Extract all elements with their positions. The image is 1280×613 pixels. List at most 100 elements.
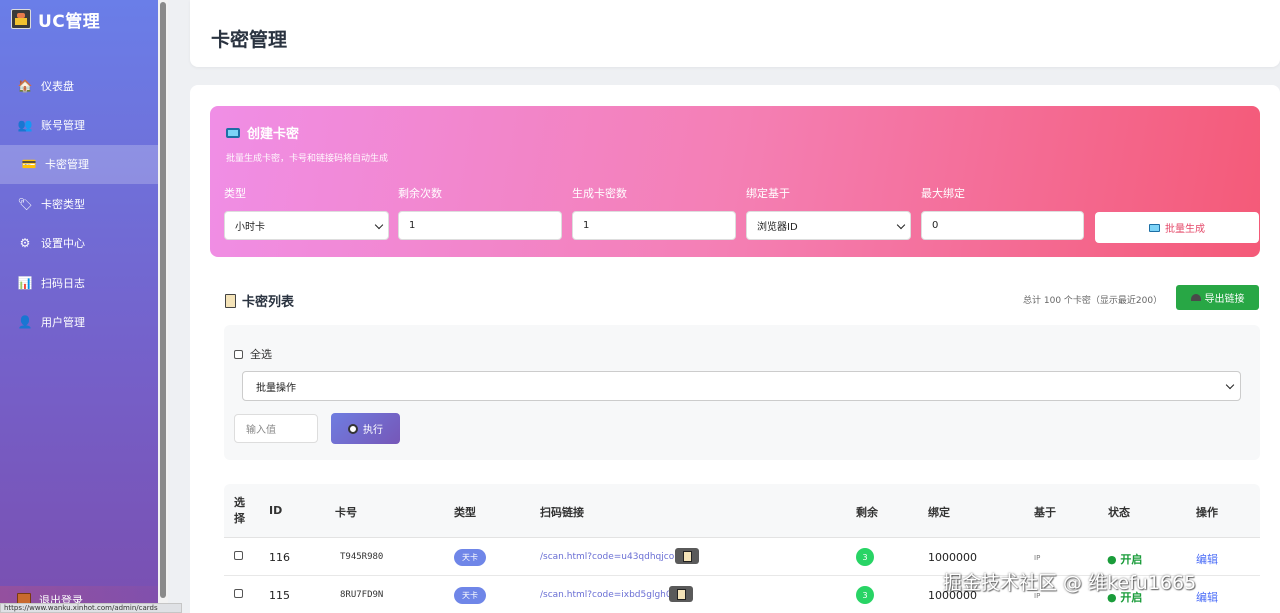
select-all[interactable]: 全选 (234, 346, 272, 362)
sidebar-item-label: 仪表盘 (41, 79, 74, 93)
copy-link-button[interactable] (669, 586, 693, 602)
tag-icon: 🏷 (17, 196, 33, 211)
create-title-text: 创建卡密 (247, 127, 300, 142)
execute-button[interactable]: 执行 (331, 413, 400, 444)
export-label: 导出链接 (1204, 294, 1245, 305)
bulk-value-input[interactable]: 输入值 (234, 414, 318, 443)
export-icon (1190, 294, 1201, 301)
row-basis: IP (1034, 554, 1041, 562)
sidebar-item-user-mgmt[interactable]: 👤 用户管理 (0, 302, 158, 341)
sidebar-item-label: 扫码日志 (41, 276, 85, 290)
create-subtitle: 批量生成卡密，卡号和链接码将自动生成 (226, 154, 389, 164)
main-content: 创建卡密 批量生成卡密，卡号和链接码将自动生成 类型 小时卡 剩余次数 1 生成… (190, 85, 1280, 613)
bind-basis-field: 绑定基于 浏览器ID (746, 185, 911, 240)
remain-badge: 3 (856, 548, 874, 566)
bulk-actions-panel: 全选 批量操作 输入值 执行 (224, 325, 1260, 460)
batch-generate-button[interactable]: 批量生成 (1095, 212, 1259, 243)
sidebar-item-settings[interactable]: ⚙ 设置中心 (0, 224, 158, 263)
col-link: 扫码链接 (540, 506, 584, 519)
col-bind: 绑定 (928, 506, 950, 519)
col-remain: 剩余 (856, 506, 878, 519)
sidebar-item-label: 设置中心 (41, 237, 85, 251)
select-all-label: 全选 (250, 348, 272, 361)
sidebar-item-card-types[interactable]: 🏷 卡密类型 (0, 184, 158, 223)
status-bar-url: https://www.wanku.xinhot.com/admin/cards (0, 603, 182, 613)
status-badge[interactable]: ● 开启 (1107, 551, 1142, 567)
sidebar-scrollbar[interactable] (158, 0, 168, 613)
row-bind-count: 1000000 (928, 551, 977, 564)
row-id: 115 (269, 589, 290, 602)
edit-button[interactable]: 编辑 (1196, 551, 1218, 567)
sidebar-item-label: 卡密类型 (41, 197, 85, 211)
card-icon (226, 127, 240, 138)
bind-basis-label: 绑定基于 (746, 187, 790, 200)
col-state: 状态 (1108, 506, 1130, 519)
export-links-button[interactable]: 导出链接 (1176, 285, 1259, 310)
remain-input[interactable]: 1 (398, 211, 562, 240)
select-all-checkbox[interactable] (234, 349, 243, 359)
scan-link[interactable]: /scan.html?code=u43qdhqjcond (540, 552, 686, 562)
remain-label: 剩余次数 (398, 187, 442, 200)
col-action: 操作 (1196, 506, 1218, 519)
row-checkbox[interactable] (234, 551, 243, 560)
app-title: UC管理 (38, 11, 101, 32)
page-header: 卡密管理 (190, 0, 1280, 67)
card-icon (1149, 223, 1160, 232)
row-card-number: T945R980 (340, 552, 384, 562)
clipboard-icon (225, 293, 236, 308)
max-bind-field: 最大绑定 0 (921, 185, 1084, 240)
sidebar: UC管理 🏠 仪表盘 👥 账号管理 💳 卡密管理 🏷 卡密类型 ⚙ 设置中心 📊… (0, 0, 158, 613)
row-card-number: 8RU7FD9N (340, 590, 384, 600)
col-card: 卡号 (335, 506, 357, 519)
sidebar-item-label: 卡密管理 (45, 158, 89, 172)
count-input[interactable]: 1 (572, 211, 736, 240)
table-header: 选择 ID 卡号 类型 扫码链接 剩余 绑定 基于 状态 操作 (224, 484, 1260, 538)
count-label: 生成卡密数 (572, 187, 627, 200)
scan-link[interactable]: /scan.html?code=ixbd5glgh0gf (540, 590, 681, 600)
gear-icon: ⚙ (19, 236, 31, 251)
page-title: 卡密管理 (211, 29, 288, 51)
col-id: ID (269, 504, 283, 517)
remain-field: 剩余次数 1 (398, 185, 562, 240)
card-icon: 💳 (21, 157, 37, 172)
bulk-action-select[interactable]: 批量操作 (242, 371, 1241, 401)
type-select[interactable]: 小时卡 (224, 211, 389, 240)
total-count: 总计 100 个卡密（显示最近200） (1023, 296, 1163, 306)
create-card-title: 创建卡密 (226, 123, 299, 142)
user-icon: 👤 (17, 315, 33, 330)
count-field: 生成卡密数 1 (572, 185, 736, 240)
batch-generate-label: 批量生成 (1165, 224, 1205, 235)
remain-badge: 3 (856, 586, 874, 604)
sidebar-item-scan-log[interactable]: 📊 扫码日志 (0, 263, 158, 302)
app-logo-icon (11, 9, 31, 29)
col-select: 选择 (234, 496, 245, 525)
type-label: 类型 (224, 187, 246, 200)
row-id: 116 (269, 551, 290, 564)
edit-button[interactable]: 编辑 (1196, 589, 1218, 605)
sidebar-nav: 🏠 仪表盘 👥 账号管理 💳 卡密管理 🏷 卡密类型 ⚙ 设置中心 📊 扫码日志… (0, 66, 158, 342)
chart-icon: 📊 (17, 275, 33, 290)
execute-icon (348, 423, 358, 434)
type-badge: 天卡 (454, 549, 486, 566)
card-list-title: 卡密列表 (225, 291, 294, 310)
users-icon: 👥 (17, 118, 33, 133)
sidebar-item-cards[interactable]: 💳 卡密管理 (0, 144, 158, 185)
row-checkbox[interactable] (234, 589, 243, 598)
sidebar-item-dashboard[interactable]: 🏠 仪表盘 (0, 66, 158, 105)
sidebar-item-label: 账号管理 (41, 119, 85, 133)
col-type: 类型 (454, 506, 476, 519)
max-bind-label: 最大绑定 (921, 187, 965, 200)
execute-label: 执行 (363, 425, 383, 436)
scrollbar-thumb[interactable] (160, 2, 166, 598)
copy-link-button[interactable] (675, 548, 699, 564)
brand[interactable]: UC管理 (0, 0, 158, 38)
create-card-panel: 创建卡密 批量生成卡密，卡号和链接码将自动生成 类型 小时卡 剩余次数 1 生成… (210, 106, 1260, 257)
card-list-title-text: 卡密列表 (242, 295, 295, 310)
bind-basis-select[interactable]: 浏览器ID (746, 211, 911, 240)
sidebar-item-label: 用户管理 (41, 316, 85, 330)
sidebar-item-accounts[interactable]: 👥 账号管理 (0, 105, 158, 144)
col-basis: 基于 (1034, 506, 1056, 519)
home-icon: 🏠 (17, 78, 33, 93)
max-bind-input[interactable]: 0 (921, 211, 1084, 240)
type-field: 类型 小时卡 (224, 185, 389, 240)
